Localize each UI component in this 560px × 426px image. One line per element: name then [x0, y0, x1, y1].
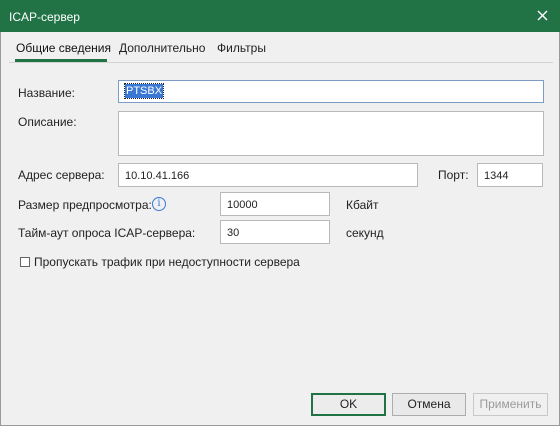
tab-filters[interactable]: Фильтры	[217, 41, 266, 55]
skip-traffic-label[interactable]: Пропускать трафик при недоступности серв…	[34, 255, 300, 269]
preview-size-field[interactable]: 10000	[220, 192, 330, 216]
timeout-field[interactable]: 30	[220, 220, 330, 244]
close-button[interactable]	[526, 0, 560, 32]
preview-size-label: Размер предпросмотра:	[18, 198, 152, 212]
tabs-divider	[9, 62, 553, 63]
name-field[interactable]: PTSBX	[118, 80, 544, 103]
server-address-field[interactable]: 10.10.41.166	[118, 163, 418, 187]
port-value: 1344	[484, 170, 509, 182]
port-field[interactable]: 1344	[477, 163, 543, 187]
tab-general[interactable]: Общие сведения	[16, 41, 111, 55]
name-value: PTSBX	[123, 83, 165, 99]
skip-traffic-checkbox[interactable]	[20, 257, 30, 267]
ok-button[interactable]: OK	[311, 393, 386, 416]
apply-button[interactable]: Применить	[473, 393, 548, 416]
timeout-value: 30	[227, 227, 240, 239]
preview-size-unit: Кбайт	[346, 198, 379, 212]
window-title: ICAP-сервер	[9, 10, 80, 24]
cancel-button[interactable]: Отмена	[392, 393, 466, 416]
description-field[interactable]	[118, 111, 544, 156]
timeout-label: Тайм-аут опроса ICAP-сервера:	[18, 226, 196, 240]
server-address-value: 10.10.41.166	[125, 170, 190, 182]
name-label: Название:	[18, 86, 75, 100]
preview-size-value: 10000	[227, 199, 258, 211]
server-address-label: Адрес сервера:	[18, 168, 105, 182]
tab-advanced[interactable]: Дополнительно	[119, 41, 205, 55]
dialog-body: Общие сведения Дополнительно Фильтры Наз…	[0, 32, 560, 426]
port-label: Порт:	[438, 168, 469, 182]
title-bar: ICAP-сервер	[0, 0, 560, 32]
description-label: Описание:	[18, 115, 77, 129]
info-icon[interactable]: i	[152, 197, 166, 211]
timeout-unit: секунд	[346, 226, 384, 240]
close-icon	[537, 10, 548, 21]
